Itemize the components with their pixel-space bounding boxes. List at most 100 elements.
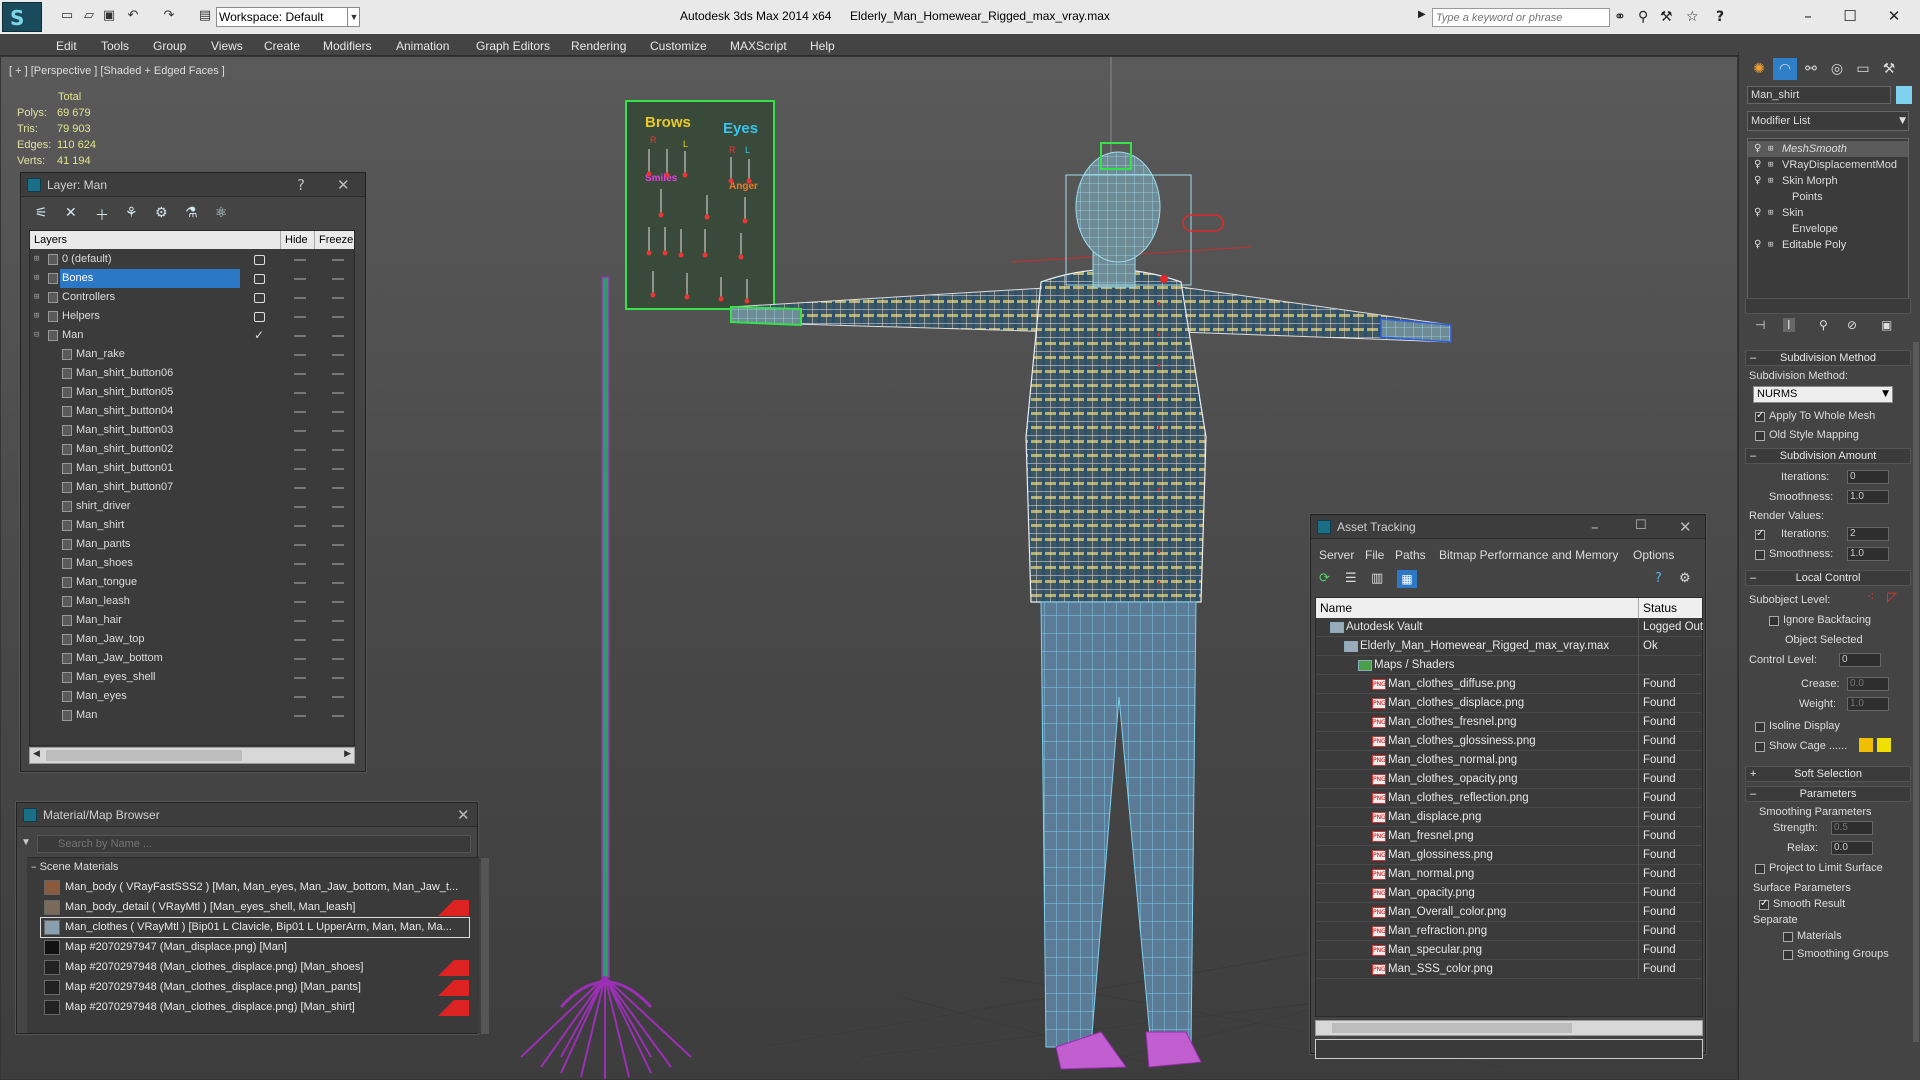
- hide-toggle[interactable]: [294, 696, 306, 698]
- save-file-icon[interactable]: ▣: [100, 8, 118, 24]
- layer-object-row[interactable]: Man_shirt_button06: [30, 364, 354, 383]
- maximize-button[interactable]: ☐: [1830, 3, 1870, 29]
- scroll-right-icon[interactable]: ▶: [344, 748, 351, 759]
- hide-toggle[interactable]: [294, 582, 306, 584]
- layer-object-row[interactable]: Man_eyes: [30, 687, 354, 706]
- menu-views[interactable]: Views: [211, 39, 243, 53]
- weight-spinner[interactable]: 1.0: [1847, 697, 1889, 711]
- asset-row[interactable]: PNG Man_glossiness.png Found: [1316, 846, 1702, 865]
- subdivision-amount-rollout-header[interactable]: – Subdivision Amount: [1745, 448, 1911, 464]
- help-icon[interactable]: ?: [1716, 9, 1724, 25]
- freeze-toggle[interactable]: [332, 696, 344, 698]
- layer-object-row[interactable]: Man_shirt_button03: [30, 421, 354, 440]
- menu-animation[interactable]: Animation: [396, 39, 449, 53]
- freeze-toggle[interactable]: [332, 354, 344, 356]
- asset-horizontal-scrollbar[interactable]: [1315, 1020, 1703, 1036]
- render-smoothness-spinner[interactable]: 1.0: [1847, 547, 1889, 561]
- asset-row[interactable]: Maps / Shaders: [1316, 656, 1702, 675]
- old-style-mapping-checkbox[interactable]: [1755, 431, 1765, 441]
- material-row[interactable]: Map #2070297948 (Man_clothes_displace.pn…: [41, 958, 469, 977]
- undo-icon[interactable]: ↶: [124, 8, 142, 24]
- hide-toggle[interactable]: [294, 506, 306, 508]
- subdivision-method-rollout-header[interactable]: – Subdivision Method: [1745, 350, 1911, 366]
- asset-row[interactable]: PNG Man_displace.png Found: [1316, 808, 1702, 827]
- command-panel-scrollbar[interactable]: [1913, 342, 1919, 1042]
- asset-row[interactable]: Autodesk Vault Logged Out: [1316, 618, 1703, 637]
- favorites-star-icon[interactable]: ☆: [1686, 9, 1699, 25]
- layer-horizontal-scrollbar[interactable]: ◀ ▶: [29, 747, 355, 764]
- layer-object-row[interactable]: Man_Jaw_top: [30, 630, 354, 649]
- freeze-toggle[interactable]: [332, 297, 344, 299]
- rake-model[interactable]: [520, 276, 692, 1079]
- freeze-toggle[interactable]: [332, 278, 344, 280]
- asset-row[interactable]: PNG Man_fresnel.png Found: [1316, 827, 1702, 846]
- layer-object-row[interactable]: Man_shirt_button01: [30, 459, 354, 478]
- layer-object-row[interactable]: Man_shoes: [30, 554, 354, 573]
- edge-subobject-icon[interactable]: ◸: [1887, 590, 1897, 605]
- render-iterations-spinner[interactable]: 2: [1847, 527, 1889, 541]
- hide-toggle[interactable]: [294, 259, 306, 261]
- add-to-layer-icon[interactable]: ＋: [95, 205, 109, 225]
- hide-toggle[interactable]: [294, 392, 306, 394]
- cage-color-swatch[interactable]: [1859, 738, 1873, 752]
- list-view-icon[interactable]: ☰: [1345, 571, 1357, 586]
- object-name-field[interactable]: [1747, 86, 1891, 104]
- subdivision-method-dropdown[interactable]: NURMS ▼: [1753, 386, 1893, 403]
- expand-toggle-icon[interactable]: ⊞: [1768, 237, 1773, 253]
- keyword-search-input[interactable]: [1432, 8, 1610, 27]
- layer-object-row[interactable]: Man_rake: [30, 345, 354, 364]
- show-cage-checkbox[interactable]: [1755, 742, 1765, 752]
- freeze-toggle[interactable]: [332, 449, 344, 451]
- hide-toggle[interactable]: [294, 430, 306, 432]
- layer-row[interactable]: ⊟ Man ✓: [30, 326, 354, 345]
- hide-toggle[interactable]: [294, 658, 306, 660]
- menu-edit[interactable]: Edit: [56, 39, 77, 53]
- hide-toggle[interactable]: [294, 487, 306, 489]
- freeze-toggle[interactable]: [332, 468, 344, 470]
- delete-layer-icon[interactable]: ✕: [65, 205, 77, 221]
- browser-options-icon[interactable]: ▼: [21, 837, 31, 848]
- asset-menu-bitmap[interactable]: Bitmap Performance and Memory: [1439, 548, 1618, 562]
- project-limit-surface-checkbox[interactable]: [1755, 864, 1765, 874]
- layers-column-header[interactable]: Layers: [34, 231, 67, 249]
- pin-stack-icon[interactable]: ⊣: [1755, 318, 1765, 332]
- asset-row[interactable]: PNG Man_clothes_fresnel.png Found: [1316, 713, 1702, 732]
- asset-row[interactable]: PNG Man_specular.png Found: [1316, 941, 1702, 960]
- expand-toggle-icon[interactable]: ⊟: [34, 326, 42, 345]
- freeze-toggle[interactable]: [332, 582, 344, 584]
- vertex-subobject-icon[interactable]: ⁖: [1867, 590, 1875, 605]
- modifier-stack-item[interactable]: ♀ ⊞ MeshSmooth: [1748, 141, 1908, 157]
- hide-toggle[interactable]: [294, 620, 306, 622]
- scroll-thumb[interactable]: [46, 750, 242, 761]
- material-row[interactable]: Man_body_detail ( VRayMtl ) [Man_eyes_sh…: [41, 898, 469, 917]
- expand-toggle-icon[interactable]: ⊞: [34, 269, 42, 288]
- modifier-stack-item[interactable]: ♀ ⊞ Skin: [1748, 205, 1908, 221]
- expand-toggle-icon[interactable]: ⊞: [34, 250, 42, 269]
- modifier-stack-item[interactable]: Envelope: [1748, 221, 1908, 237]
- create-layer-icon[interactable]: ⚟: [35, 205, 48, 221]
- app-logo-icon[interactable]: S: [2, 2, 42, 32]
- layer-object-row[interactable]: Man_shirt_button05: [30, 383, 354, 402]
- freeze-all-icon[interactable]: ⚛: [215, 205, 228, 221]
- refresh-icon[interactable]: ⟳: [1319, 571, 1330, 586]
- layer-object-row[interactable]: Man_leash: [30, 592, 354, 611]
- highlight-layer-icon[interactable]: ⚙: [155, 205, 168, 221]
- scroll-left-icon[interactable]: ◀: [33, 748, 40, 759]
- chevron-down-icon[interactable]: ▼: [1899, 112, 1906, 130]
- hide-toggle[interactable]: [294, 677, 306, 679]
- subscription-icon[interactable]: ⚲: [1638, 9, 1648, 25]
- communication-icon[interactable]: ⚒: [1660, 9, 1673, 25]
- remove-modifier-icon[interactable]: ⊘: [1847, 318, 1857, 332]
- layer-row[interactable]: ⊞ Bones: [30, 269, 354, 288]
- material-row[interactable]: Map #2070297948 (Man_clothes_displace.pn…: [41, 978, 469, 997]
- modify-tab-icon[interactable]: ◠: [1773, 58, 1797, 80]
- material-list-scrollbar[interactable]: [481, 858, 489, 1034]
- asset-minimize-button[interactable]: –: [1591, 518, 1599, 536]
- asset-row[interactable]: PNG Man_clothes_reflection.png Found: [1316, 789, 1702, 808]
- menu-graph-editors[interactable]: Graph Editors: [476, 39, 550, 53]
- menu-customize[interactable]: Customize: [650, 39, 707, 53]
- object-color-swatch[interactable]: [1896, 86, 1912, 104]
- expand-toggle-icon[interactable]: ⊞: [1768, 157, 1773, 173]
- configure-sets-icon[interactable]: ▣: [1881, 318, 1892, 332]
- asset-row[interactable]: PNG Man_refraction.png Found: [1316, 922, 1702, 941]
